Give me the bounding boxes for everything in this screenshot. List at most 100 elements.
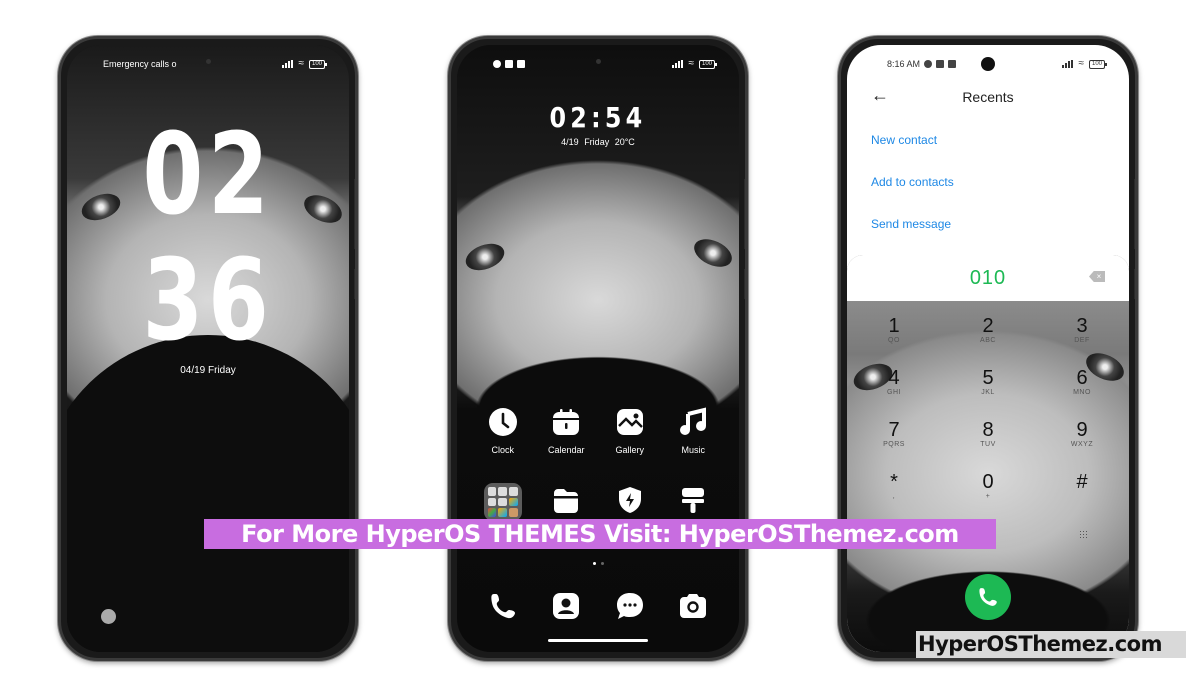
- app-gallery[interactable]: Gallery: [598, 405, 662, 455]
- key-digit: 9: [1076, 419, 1088, 441]
- key-letters: WXYZ: [1070, 441, 1094, 448]
- file-manager-icon: [549, 483, 583, 517]
- key-digit: 8: [982, 419, 994, 441]
- app-file-manager[interactable]: [535, 483, 599, 521]
- key-digit: 5: [982, 367, 994, 389]
- key-8[interactable]: 8 TUV: [941, 419, 1035, 457]
- home-gesture-bar[interactable]: [548, 639, 648, 642]
- phone-icon[interactable]: [488, 591, 518, 626]
- music-icon: [676, 405, 710, 439]
- key-digit: 1: [888, 315, 900, 337]
- notification-icon: [493, 60, 501, 68]
- key-letters: JKL: [981, 389, 995, 396]
- send-message-link[interactable]: Send message: [871, 217, 954, 231]
- key-letters: PQRS: [883, 441, 905, 448]
- app-security[interactable]: [598, 483, 662, 521]
- key-9[interactable]: 9 WXYZ: [1035, 419, 1129, 457]
- homescreen-screen: ≈ 100 02:54 4/19 Friday 20°C Clock Calen…: [457, 45, 739, 652]
- home-clock-widget[interactable]: 02:54: [478, 101, 718, 134]
- new-contact-link[interactable]: New contact: [871, 133, 954, 147]
- wifi-icon: ≈: [298, 58, 304, 69]
- key-2[interactable]: 2 ABC: [941, 315, 1035, 353]
- signal-icon: [282, 60, 294, 68]
- key-0[interactable]: 0 +: [941, 471, 1035, 509]
- phone-dialer: 8:16 AM ≈ 100 ← Recents New contact Add …: [838, 36, 1138, 661]
- app-label: Calendar: [547, 445, 585, 455]
- security-icon: [613, 483, 647, 517]
- page-dot-active[interactable]: [592, 562, 596, 565]
- lock-date: 04/19 Friday: [180, 365, 236, 376]
- app-label: Music: [681, 445, 705, 455]
- key-4[interactable]: 4 GHI: [847, 367, 941, 405]
- key-3[interactable]: 3 DEF: [1035, 315, 1129, 353]
- app-label: Gallery: [615, 445, 644, 455]
- backspace-icon[interactable]: ×: [1089, 271, 1105, 282]
- notification-icon: [936, 60, 945, 68]
- gallery-icon: [613, 405, 647, 439]
- promo-banner: For More HyperOS THEMES Visit: HyperOSTh…: [204, 519, 996, 549]
- key-letters: DEF: [1074, 337, 1090, 344]
- app-clock[interactable]: Clock: [471, 405, 535, 455]
- key-7[interactable]: 7 PQRS: [847, 419, 941, 457]
- call-button[interactable]: [965, 574, 1011, 620]
- key-1[interactable]: 1 QO: [847, 315, 941, 353]
- key-letters: TUV: [980, 441, 996, 448]
- battery-icon: 100: [1088, 59, 1108, 69]
- volume-button: [744, 179, 745, 249]
- key-letters: ABC: [980, 337, 996, 344]
- app-calendar[interactable]: Calendar: [535, 405, 599, 455]
- key-6[interactable]: 6 MNO: [1035, 367, 1129, 405]
- page-dot[interactable]: [600, 562, 604, 565]
- car-headlight: [689, 233, 737, 273]
- key-letters: MNO: [1073, 389, 1091, 396]
- status-text: Emergency calls o: [103, 59, 177, 69]
- dialpad: 010 × 1 QO 2 ABC 3 DEF 4 GHI 5 JKL 6 MNO 7 PQRS…: [847, 255, 1129, 652]
- number-display: 010 ×: [847, 255, 1129, 301]
- key-letters: QO: [888, 337, 900, 344]
- status-time: 8:16 AM: [887, 59, 921, 69]
- power-button: [1134, 269, 1135, 299]
- contacts-icon[interactable]: [551, 591, 581, 626]
- add-to-contacts-link[interactable]: Add to contacts: [871, 175, 954, 189]
- folder-icon: [483, 483, 522, 521]
- key-letters: ,: [892, 493, 896, 500]
- recent-actions: New contact Add to contacts Send message: [871, 133, 954, 259]
- key-digit: *: [890, 471, 898, 493]
- battery-icon: 100: [698, 59, 718, 69]
- status-bar: 8:16 AM ≈ 100: [887, 57, 1108, 71]
- notification-icon: [517, 60, 525, 68]
- notification-icons: [493, 60, 525, 68]
- key-digit: 4: [888, 367, 900, 389]
- dock: [471, 591, 725, 626]
- home-date: 4/19 Friday 20°C: [561, 137, 635, 147]
- app-music[interactable]: Music: [662, 405, 726, 455]
- key-5[interactable]: 5 JKL: [941, 367, 1035, 405]
- page-indicator: [457, 562, 739, 565]
- key-letters: +: [985, 493, 991, 500]
- watermark: HyperOSThemez.com: [916, 631, 1186, 658]
- phone-icon: [979, 588, 997, 606]
- battery-icon: 100: [308, 59, 328, 69]
- keypad: 1 QO 2 ABC 3 DEF 4 GHI 5 JKL 6 MNO 7 PQRS 8 TUV …: [847, 315, 1129, 509]
- camera-icon[interactable]: [678, 591, 708, 626]
- key-star[interactable]: *,: [847, 471, 941, 509]
- signal-icon: [672, 60, 684, 68]
- key-digit: 6: [1076, 367, 1088, 389]
- phone-homescreen: ≈ 100 02:54 4/19 Friday 20°C Clock Calen…: [448, 36, 748, 661]
- status-bar: ≈ 100: [493, 57, 718, 71]
- camera-shortcut-icon[interactable]: [101, 609, 116, 624]
- key-digit: #: [1076, 471, 1088, 493]
- key-digit: 3: [1076, 315, 1088, 337]
- app-label: Clock: [491, 445, 514, 455]
- phone-lockscreen: Emergency calls o ≈ 100 02 36 04/19 Frid…: [58, 36, 358, 661]
- volume-button: [354, 179, 355, 249]
- app-grid-row-1: Clock Calendar Gallery Music: [471, 405, 725, 455]
- volume-button: [1134, 179, 1135, 249]
- keypad-toggle-icon[interactable]: [1079, 530, 1089, 540]
- power-button: [354, 269, 355, 299]
- app-folder[interactable]: [471, 483, 535, 521]
- messages-icon[interactable]: [615, 591, 645, 626]
- key-letters: GHI: [887, 389, 901, 396]
- key-hash[interactable]: #: [1035, 471, 1129, 509]
- app-themes[interactable]: [662, 483, 726, 521]
